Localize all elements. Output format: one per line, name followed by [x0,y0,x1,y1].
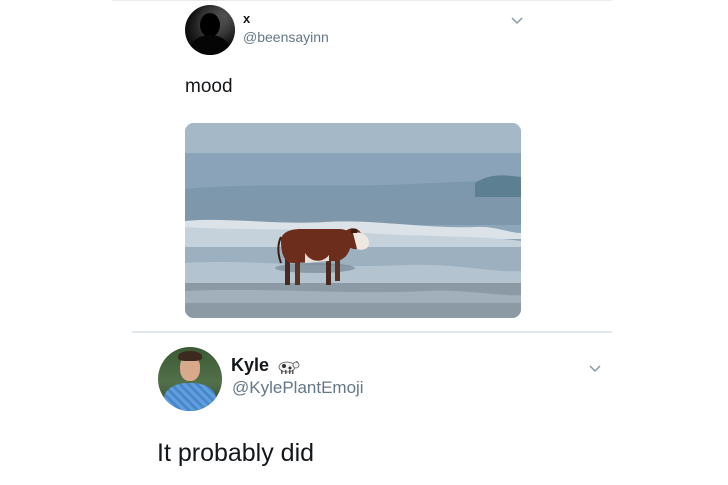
cow-emoji [278,361,300,374]
chevron-down-icon[interactable] [588,364,602,374]
cow-on-beach-photo [185,123,521,318]
tweet-photo[interactable] [185,123,521,318]
tweet-card-original[interactable]: x @beensayinn mood [0,0,728,330]
user-handle[interactable]: @KylePlantEmoji [232,378,364,398]
avatar[interactable] [158,347,222,411]
display-name[interactable]: Kyle [231,355,269,376]
tweet-text: It probably did [157,439,315,467]
avatar-head [200,13,220,37]
avatar-hair [178,351,202,361]
avatar-shirt [164,383,216,411]
tweet-text: mood [185,76,233,97]
tweet-card-reply[interactable]: Kyle @KylePlantEmoji It probably did [0,333,728,485]
display-name[interactable]: x [243,11,250,26]
chevron-down-icon[interactable] [510,16,524,26]
avatar[interactable] [185,5,235,55]
user-handle[interactable]: @beensayinn [243,29,329,45]
